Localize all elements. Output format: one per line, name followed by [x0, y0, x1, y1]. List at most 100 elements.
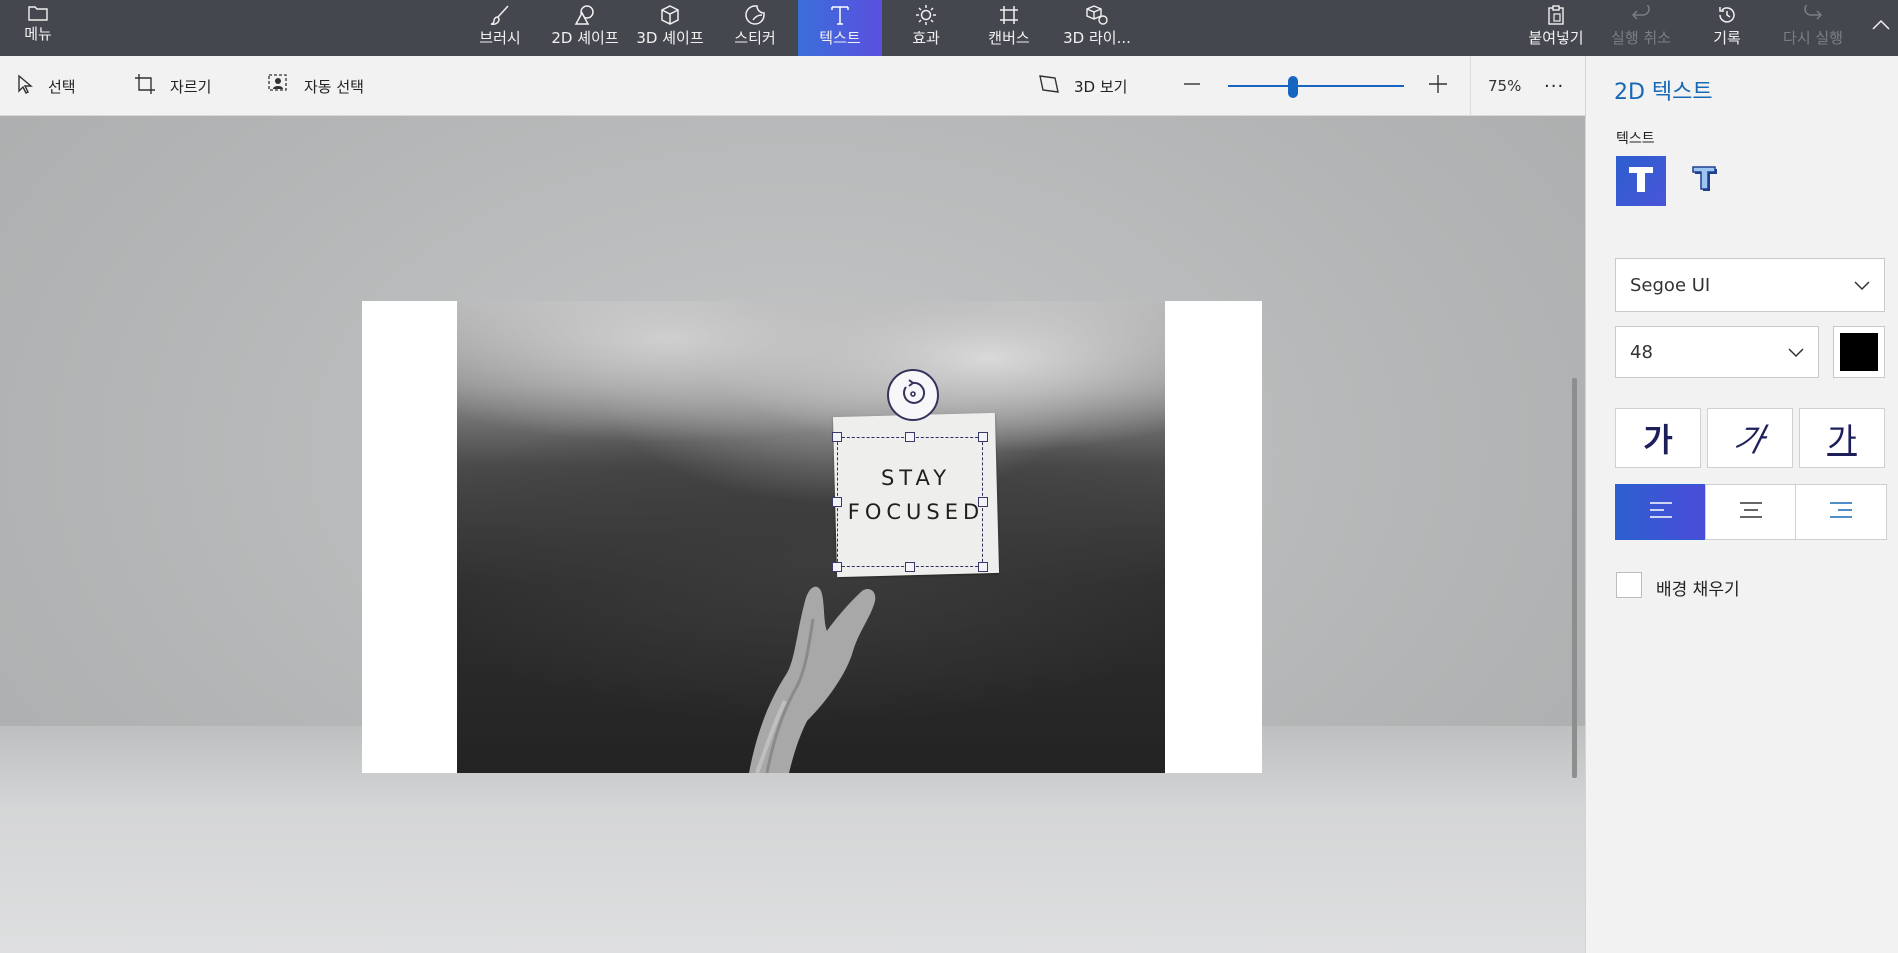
- text-3d-icon: [1688, 162, 1722, 200]
- tool-2d-shapes-label: 2D 셰이프: [551, 29, 619, 47]
- rotate-handle[interactable]: [887, 369, 939, 421]
- resize-handle-right[interactable]: [978, 497, 988, 507]
- chevron-down-icon: [1854, 275, 1870, 296]
- magic-select-label: 자동 선택: [304, 77, 364, 96]
- menu-button[interactable]: 메뉴: [18, 0, 58, 56]
- divider: [1470, 56, 1471, 116]
- fill-background-checkbox[interactable]: [1616, 572, 1642, 598]
- brush-icon: [489, 0, 511, 30]
- paste-button[interactable]: 붙여넣기: [1524, 0, 1588, 56]
- align-left-button[interactable]: [1615, 484, 1707, 540]
- tool-2d-shapes[interactable]: 2D 셰이프: [548, 0, 622, 56]
- rotate-icon: [898, 378, 928, 412]
- view-3d-icon: [1038, 74, 1060, 98]
- resize-handle-bottom[interactable]: [905, 562, 915, 572]
- more-options-button[interactable]: ···: [1544, 56, 1564, 116]
- undo-label: 실행 취소: [1611, 29, 1671, 47]
- magic-select-button[interactable]: 자동 선택: [268, 56, 364, 116]
- align-right-icon: [1829, 501, 1853, 523]
- menu-label: 메뉴: [24, 25, 52, 43]
- text-2d-type-button[interactable]: [1616, 156, 1666, 206]
- resize-handle-bottom-right[interactable]: [978, 562, 988, 572]
- text-color-picker[interactable]: [1833, 326, 1885, 378]
- zoom-slider-track: [1228, 85, 1404, 87]
- history-label: 기록: [1713, 29, 1741, 47]
- font-size-dropdown[interactable]: 48: [1615, 326, 1819, 378]
- bold-button[interactable]: 가: [1615, 408, 1701, 468]
- align-right-button[interactable]: [1795, 484, 1887, 540]
- plus-icon: [1428, 74, 1448, 98]
- paste-icon: [1546, 0, 1566, 30]
- folder-icon: [28, 0, 48, 26]
- align-center-button[interactable]: [1705, 484, 1797, 540]
- text-color-swatch: [1840, 333, 1878, 371]
- zoom-slider[interactable]: [1228, 76, 1404, 98]
- resize-handle-top-left[interactable]: [832, 432, 842, 442]
- top-ribbon: 메뉴 브러시 2D 셰이프 3D 셰이프 스티커 텍스트 효과 캔버스 3D 라…: [0, 0, 1898, 56]
- resize-handle-top[interactable]: [905, 432, 915, 442]
- underline-glyph: 가: [1827, 421, 1857, 459]
- zoom-percentage[interactable]: 75%: [1488, 56, 1521, 116]
- font-family-dropdown[interactable]: Segoe UI: [1615, 258, 1885, 312]
- zoom-slider-thumb[interactable]: [1288, 76, 1299, 98]
- resize-handle-bottom-left[interactable]: [832, 562, 842, 572]
- tool-brush[interactable]: 브러시: [472, 0, 528, 56]
- select-tool-button[interactable]: 선택: [16, 56, 76, 116]
- font-family-value: Segoe UI: [1630, 274, 1711, 296]
- tool-3d-library-label: 3D 라이...: [1063, 29, 1131, 47]
- ellipsis-icon: ···: [1544, 75, 1565, 97]
- vertical-scrollbar[interactable]: [1572, 378, 1577, 778]
- text-properties-panel: 2D 텍스트 텍스트 Segoe UI 48 가 가 가 배경 채우기: [1585, 56, 1898, 953]
- crop-label: 자르기: [170, 77, 212, 96]
- view-3d-toggle[interactable]: 3D 보기: [1038, 56, 1127, 116]
- underline-button[interactable]: 가: [1799, 408, 1885, 468]
- tool-canvas[interactable]: 캔버스: [980, 0, 1038, 56]
- fill-background-label: 배경 채우기: [1656, 580, 1740, 600]
- font-size-value: 48: [1630, 341, 1653, 363]
- cube-icon: [659, 0, 681, 30]
- text-section-label: 텍스트: [1616, 131, 1655, 147]
- text-3d-type-button[interactable]: [1680, 156, 1730, 206]
- tool-stickers[interactable]: 스티커: [726, 0, 784, 56]
- history-icon: [1716, 0, 1738, 30]
- tool-3d-library[interactable]: 3D 라이...: [1060, 0, 1134, 56]
- tool-text[interactable]: 텍스트: [798, 0, 882, 56]
- select-label: 선택: [48, 77, 76, 96]
- italic-glyph: 가: [1730, 421, 1769, 459]
- cursor-arrow-icon: [16, 74, 34, 98]
- tool-3d-shapes-label: 3D 셰이프: [636, 29, 704, 47]
- chevron-down-icon: [1788, 342, 1804, 363]
- text-selection-box[interactable]: [837, 437, 983, 567]
- zoom-out-button[interactable]: [1182, 56, 1202, 116]
- crop-tool-button[interactable]: 자르기: [134, 56, 211, 116]
- tool-stickers-label: 스티커: [734, 29, 776, 47]
- view-3d-label: 3D 보기: [1074, 77, 1128, 96]
- tool-brush-label: 브러시: [479, 29, 521, 47]
- align-left-icon: [1649, 501, 1673, 523]
- align-center-icon: [1739, 501, 1763, 523]
- bold-glyph: 가: [1643, 421, 1673, 459]
- text-icon: [829, 0, 851, 30]
- undo-icon: [1630, 0, 1652, 30]
- redo-label: 다시 실행: [1783, 29, 1843, 47]
- collapse-ribbon-button[interactable]: [1868, 0, 1894, 56]
- canvas-paper[interactable]: STAY FOCUSED: [362, 301, 1262, 773]
- canvas-workspace[interactable]: STAY FOCUSED: [0, 116, 1585, 953]
- library-3d-icon: [1085, 0, 1109, 30]
- tool-effects[interactable]: 효과: [902, 0, 950, 56]
- tool-canvas-label: 캔버스: [988, 29, 1030, 47]
- resize-handle-top-right[interactable]: [978, 432, 988, 442]
- history-button[interactable]: 기록: [1710, 0, 1744, 56]
- minus-icon: [1182, 74, 1202, 98]
- tool-effects-label: 효과: [912, 29, 940, 47]
- redo-icon: [1802, 0, 1824, 30]
- zoom-value-text: 75%: [1488, 77, 1522, 95]
- photo-image: STAY FOCUSED: [457, 301, 1165, 773]
- undo-button[interactable]: 실행 취소: [1606, 0, 1676, 56]
- canvas-crop-icon: [998, 0, 1020, 30]
- zoom-in-button[interactable]: [1428, 56, 1448, 116]
- redo-button[interactable]: 다시 실행: [1778, 0, 1848, 56]
- italic-button[interactable]: 가: [1707, 408, 1793, 468]
- resize-handle-left[interactable]: [832, 497, 842, 507]
- tool-3d-shapes[interactable]: 3D 셰이프: [634, 0, 706, 56]
